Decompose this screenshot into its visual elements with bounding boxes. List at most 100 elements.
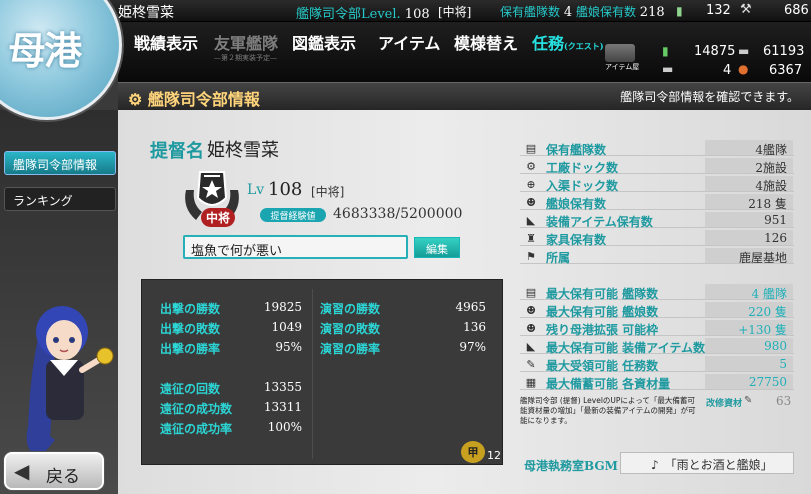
nav-friend-fleet-sub: —第２期実装予定—: [214, 54, 277, 62]
practice-wins-label: 演習の勝数: [320, 302, 381, 316]
practice-wins: 4965: [455, 300, 486, 314]
steel-icon: ▬: [662, 62, 674, 76]
repair-label: 入渠ドック数: [546, 179, 619, 193]
ship-girl-icon: ☻: [526, 322, 536, 335]
steel-count: 4: [723, 63, 732, 78]
fleets-label: 保有艦隊数: [500, 5, 561, 19]
fleets-value: 4: [563, 5, 573, 20]
ship-girl-icon: ☻: [526, 196, 536, 209]
level-value: 108: [268, 179, 303, 200]
section-title: ⚙ 艦隊司令部情報: [128, 86, 260, 110]
fleet-icon: ▤: [525, 286, 537, 299]
hq-level: 艦隊司令部Level. 108: [296, 3, 430, 22]
exp-value: 4683338/5200000: [333, 206, 463, 222]
base-label: 所属: [546, 251, 571, 265]
ships-value: 218: [639, 5, 665, 20]
repair-value: 4施設: [755, 179, 787, 193]
fleets-value: 4艦隊: [755, 143, 787, 157]
sidebar-item-ranking[interactable]: ランキング: [4, 187, 116, 211]
practice-rate: 97%: [459, 340, 486, 354]
sortie-losses: 1049: [271, 320, 302, 334]
music-note-icon: ♪: [651, 458, 659, 472]
admiral-name-header: 姫柊雪菜: [118, 5, 174, 21]
equip-label: 装備アイテム保有数: [546, 215, 653, 229]
fleets-label: 保有艦隊数: [546, 143, 607, 157]
expedition-count: 13355: [263, 380, 302, 394]
expedition-rate: 100%: [267, 420, 302, 434]
expedition-rate-label: 遠征の成功率: [160, 422, 233, 436]
level-rank: [中将]: [311, 185, 345, 199]
level-label: Lv: [247, 182, 265, 198]
screw-icon: ✎: [744, 395, 753, 406]
furniture-icon: ♜: [526, 232, 536, 245]
admiral-name-label: 提督名: [150, 141, 204, 162]
expedition-count-label: 遠征の回数: [160, 382, 221, 396]
max-resources-value: 27750: [748, 375, 787, 389]
bucket-icon: ▮: [676, 4, 683, 18]
nav-album[interactable]: 図鑑表示: [292, 30, 356, 54]
section-title-text: 艦隊司令部情報: [147, 90, 260, 109]
max-resources-label: 最大備蓄可能 各資材量: [546, 377, 671, 391]
back-arrow-icon: ◀: [14, 459, 30, 483]
practice-losses-label: 演習の敗数: [320, 322, 381, 336]
practice-rate-label: 演習の勝率: [320, 342, 381, 356]
comment-field[interactable]: 塩魚で何が悪い: [183, 235, 408, 259]
equip-value: 951: [764, 213, 787, 227]
section-hint: 艦隊司令部情報を確認できます。: [620, 90, 799, 104]
nav-quest-sub: (クエスト): [564, 41, 604, 51]
fuel-count: 14875: [694, 44, 736, 59]
item-shop-icon[interactable]: [605, 44, 635, 62]
ammo-icon: ▬: [738, 44, 750, 58]
nav-quest-label: 任務: [532, 34, 565, 53]
bgm-label: 母港執務室BGM: [524, 459, 618, 473]
item-shop-label[interactable]: アイテム屋: [605, 62, 639, 72]
equipment-icon: ◣: [526, 214, 536, 227]
max-quests-value: 5: [779, 357, 787, 371]
max-ships-value: 220 隻: [748, 305, 787, 319]
edit-comment-button[interactable]: 編集: [414, 237, 460, 258]
improvement-materials-value: 63: [776, 394, 792, 408]
sortie-wins-label: 出撃の勝数: [160, 302, 221, 316]
ships-label: 艦娘保有数: [575, 5, 636, 19]
sortie-rate: 95%: [275, 340, 302, 354]
bauxite-icon: ●: [738, 62, 749, 76]
nav-interior[interactable]: 模様替え: [454, 30, 518, 54]
nav-quest[interactable]: 任務(クエスト): [532, 30, 604, 54]
nav-friend-fleet: 友軍艦隊: [214, 34, 279, 53]
storage-icon: ▦: [525, 376, 537, 389]
max-equip-value: 980: [764, 339, 787, 353]
max-quests-label: 最大受領可能 任務数: [546, 359, 659, 373]
homeport-label[interactable]: 母港: [8, 20, 82, 75]
fleet-icon: ▤: [525, 142, 537, 155]
stats-divider: [312, 289, 313, 459]
max-fleets-value: 4 艦隊: [751, 287, 787, 301]
hq-level-label: 艦隊司令部Level.: [296, 7, 401, 22]
hq-level-value: 108: [404, 7, 430, 22]
docks-value: 2施設: [755, 161, 787, 175]
sortie-rate-label: 出撃の勝率: [160, 342, 221, 356]
gear-icon: ⚙: [128, 90, 143, 109]
level-up-note: 艦隊司令部 (提督) LevelのUPによって「最大備蓄可能資材量の増加」「最新…: [520, 396, 696, 425]
base-value: 鹿屋基地: [738, 251, 787, 265]
exp-label: 提督経験値: [260, 208, 326, 222]
devmat-icon: ⚒: [740, 2, 752, 17]
furniture-label: 家具保有数: [546, 233, 607, 247]
nav-items[interactable]: アイテム: [378, 30, 440, 54]
bucket-count: 132: [706, 3, 731, 18]
sortie-wins: 19825: [263, 300, 302, 314]
ships-label: 艦娘保有数: [546, 197, 607, 211]
secretary-character: [26, 306, 114, 458]
max-fleets-label: 最大保有可能 艦隊数: [546, 287, 659, 301]
quest-pen-icon: ✎: [526, 358, 536, 371]
furniture-value: 126: [764, 231, 787, 245]
expedition-success-label: 遠征の成功数: [160, 402, 233, 416]
rank-seal: 中将: [201, 208, 236, 227]
admiral-name: 姫柊雪菜: [207, 140, 279, 161]
sidebar-item-hq-info[interactable]: 艦隊司令部情報: [4, 151, 116, 175]
bgm-select[interactable]: ♪ 「雨とお酒と艦娘」: [620, 452, 794, 474]
ships-value: 218 隻: [748, 197, 787, 211]
ammo-count: 61193: [763, 44, 805, 59]
devmat-count: 686: [784, 3, 809, 18]
fuel-icon: ▮: [662, 44, 669, 58]
nav-record[interactable]: 戦績表示: [134, 30, 198, 54]
